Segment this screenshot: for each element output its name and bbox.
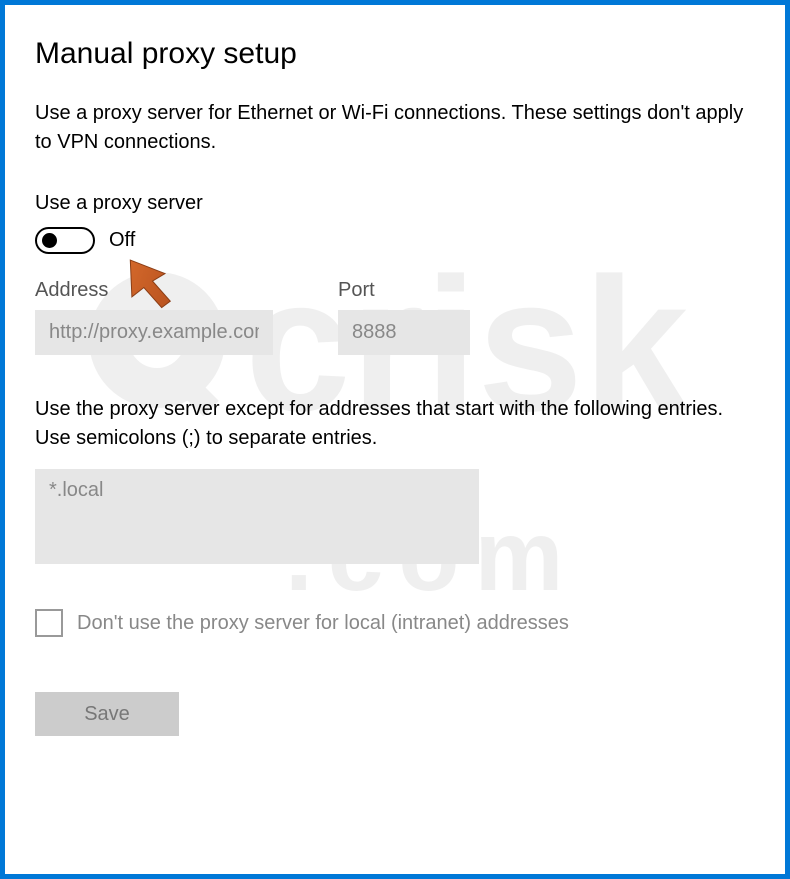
toggle-state-text: Off bbox=[109, 229, 135, 252]
page-title: Manual proxy setup bbox=[35, 37, 755, 71]
local-addresses-checkbox[interactable] bbox=[35, 609, 63, 637]
port-input[interactable] bbox=[338, 310, 470, 355]
local-addresses-label: Don't use the proxy server for local (in… bbox=[77, 612, 569, 635]
exceptions-input[interactable]: *.local bbox=[35, 469, 479, 564]
exceptions-description: Use the proxy server except for addresse… bbox=[35, 395, 755, 453]
toggle-knob bbox=[42, 233, 57, 248]
proxy-toggle[interactable] bbox=[35, 227, 95, 254]
save-button[interactable]: Save bbox=[35, 692, 179, 736]
address-input[interactable] bbox=[35, 310, 273, 355]
pointer-arrow-icon bbox=[123, 253, 183, 313]
proxy-description: Use a proxy server for Ethernet or Wi-Fi… bbox=[35, 99, 755, 157]
toggle-label: Use a proxy server bbox=[35, 192, 755, 215]
port-label: Port bbox=[338, 279, 470, 302]
